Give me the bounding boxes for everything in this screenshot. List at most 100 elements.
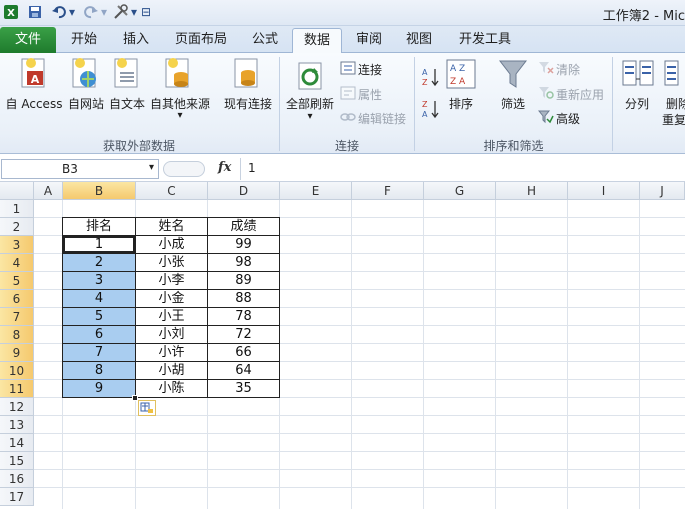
table-cell[interactable]: 4 (63, 290, 135, 308)
table-cell[interactable]: 小张 (136, 254, 207, 272)
table-cell[interactable]: 66 (208, 344, 279, 362)
reapply-filter-button[interactable]: 重新应用 (556, 86, 604, 103)
properties-button[interactable]: 属性 (358, 86, 382, 103)
table-cell[interactable]: 小金 (136, 290, 207, 308)
excel-logo-icon[interactable]: X (2, 3, 20, 21)
table-cell[interactable]: 小胡 (136, 362, 207, 380)
table-header-score[interactable]: 成绩 (208, 218, 279, 236)
table-cell[interactable]: 72 (208, 326, 279, 344)
column-header-d[interactable]: D (208, 182, 280, 200)
connections-button[interactable]: 连接 (358, 61, 382, 78)
from-other-sources-dropdown-icon[interactable]: ▾ (148, 110, 212, 121)
tab-developer[interactable]: 开发工具 (448, 28, 522, 53)
formula-bar-splitter[interactable] (163, 161, 205, 177)
filter-button[interactable]: 筛选 (494, 95, 532, 112)
redo-dropdown-icon[interactable]: ▾ (100, 3, 108, 21)
insert-function-icon[interactable]: fx (218, 160, 231, 175)
tab-review[interactable]: 审阅 (346, 28, 392, 53)
table-cell[interactable]: 5 (63, 308, 135, 326)
table-cell[interactable]: 6 (63, 326, 135, 344)
table-cell[interactable]: 7 (63, 344, 135, 362)
column-header-i[interactable]: I (568, 182, 640, 200)
table-cell[interactable]: 2 (63, 254, 135, 272)
save-icon[interactable] (26, 3, 44, 21)
table-cell[interactable]: 99 (208, 236, 279, 254)
column-header-g[interactable]: G (424, 182, 496, 200)
clear-filter-button[interactable]: 清除 (556, 61, 580, 78)
row-header-15[interactable]: 15 (0, 452, 34, 470)
tab-home[interactable]: 开始 (60, 28, 108, 53)
remove-duplicates-button[interactable]: 删除 (666, 95, 685, 112)
sort-button[interactable]: 排序 (444, 95, 478, 112)
autofill-options-button[interactable] (138, 400, 156, 416)
row-header-1[interactable]: 1 (0, 200, 34, 218)
column-header-h[interactable]: H (496, 182, 568, 200)
sort-descending-icon[interactable]: ZA (422, 99, 440, 122)
refresh-all-dropdown-icon[interactable]: ▾ (284, 111, 336, 122)
table-cell[interactable]: 98 (208, 254, 279, 272)
column-header-a[interactable]: A (34, 182, 63, 200)
table-cell[interactable]: 小刘 (136, 326, 207, 344)
table-header-rank[interactable]: 排名 (63, 218, 135, 236)
customize-quick-access-icon[interactable]: ⊟ (140, 3, 152, 21)
row-header-12[interactable]: 12 (0, 398, 34, 416)
table-cell[interactable]: 35 (208, 380, 279, 398)
table-cell[interactable]: 1 (63, 236, 135, 254)
row-header-9[interactable]: 9 (0, 344, 34, 362)
column-header-f[interactable]: F (352, 182, 424, 200)
from-web-button[interactable]: 自网站 (66, 95, 106, 112)
table-cell[interactable]: 小成 (136, 236, 207, 254)
row-header-16[interactable]: 16 (0, 470, 34, 488)
row-header-6[interactable]: 6 (0, 290, 34, 308)
table-cell[interactable]: 小王 (136, 308, 207, 326)
row-header-4[interactable]: 4 (0, 254, 34, 272)
undo-icon[interactable] (50, 3, 68, 21)
table-cell[interactable]: 88 (208, 290, 279, 308)
table-header-name[interactable]: 姓名 (136, 218, 207, 236)
column-header-c[interactable]: C (136, 182, 208, 200)
tab-file[interactable]: 文件 (0, 27, 56, 53)
table-cell[interactable]: 小李 (136, 272, 207, 290)
tools-icon[interactable] (112, 3, 130, 21)
text-to-columns-button[interactable]: 分列 (618, 95, 656, 112)
existing-connections-button[interactable]: 现有连接 (220, 95, 276, 112)
row-header-11[interactable]: 11 (0, 380, 34, 398)
name-box[interactable]: B3 ▾ (1, 159, 159, 179)
select-all-corner[interactable] (0, 182, 34, 200)
table-cell[interactable]: 3 (63, 272, 135, 290)
row-header-7[interactable]: 7 (0, 308, 34, 326)
table-cell[interactable]: 小陈 (136, 380, 207, 398)
row-header-5[interactable]: 5 (0, 272, 34, 290)
refresh-all-button[interactable]: 全部刷新 (284, 95, 336, 112)
row-header-10[interactable]: 10 (0, 362, 34, 380)
sort-ascending-icon[interactable]: AZ (422, 67, 440, 90)
row-header-3[interactable]: 3 (0, 236, 34, 254)
row-header-13[interactable]: 13 (0, 416, 34, 434)
from-access-button[interactable]: 自 Access (3, 95, 65, 112)
tab-page-layout[interactable]: 页面布局 (164, 28, 238, 53)
edit-links-button[interactable]: 编辑链接 (358, 110, 406, 127)
advanced-filter-button[interactable]: 高级 (556, 110, 580, 127)
column-header-j[interactable]: J (640, 182, 685, 200)
row-header-2[interactable]: 2 (0, 218, 34, 236)
undo-dropdown-icon[interactable]: ▾ (68, 3, 76, 21)
tab-view[interactable]: 视图 (396, 28, 442, 53)
table-cell[interactable]: 78 (208, 308, 279, 326)
redo-icon[interactable] (82, 3, 100, 21)
table-cell[interactable]: 8 (63, 362, 135, 380)
tab-insert[interactable]: 插入 (112, 28, 160, 53)
table-cell[interactable]: 小许 (136, 344, 207, 362)
table-cell[interactable]: 9 (63, 380, 135, 398)
row-header-8[interactable]: 8 (0, 326, 34, 344)
row-header-17[interactable]: 17 (0, 488, 34, 506)
tools-dropdown-icon[interactable]: ▾ (130, 3, 138, 21)
row-header-14[interactable]: 14 (0, 434, 34, 452)
tab-data[interactable]: 数据 (292, 28, 342, 54)
from-text-button[interactable]: 自文本 (106, 95, 148, 112)
name-box-dropdown-icon[interactable]: ▾ (149, 162, 154, 173)
tab-formulas[interactable]: 公式 (242, 28, 288, 53)
table-cell[interactable]: 64 (208, 362, 279, 380)
column-header-e[interactable]: E (280, 182, 352, 200)
column-header-b[interactable]: B (63, 182, 136, 200)
table-cell[interactable]: 89 (208, 272, 279, 290)
